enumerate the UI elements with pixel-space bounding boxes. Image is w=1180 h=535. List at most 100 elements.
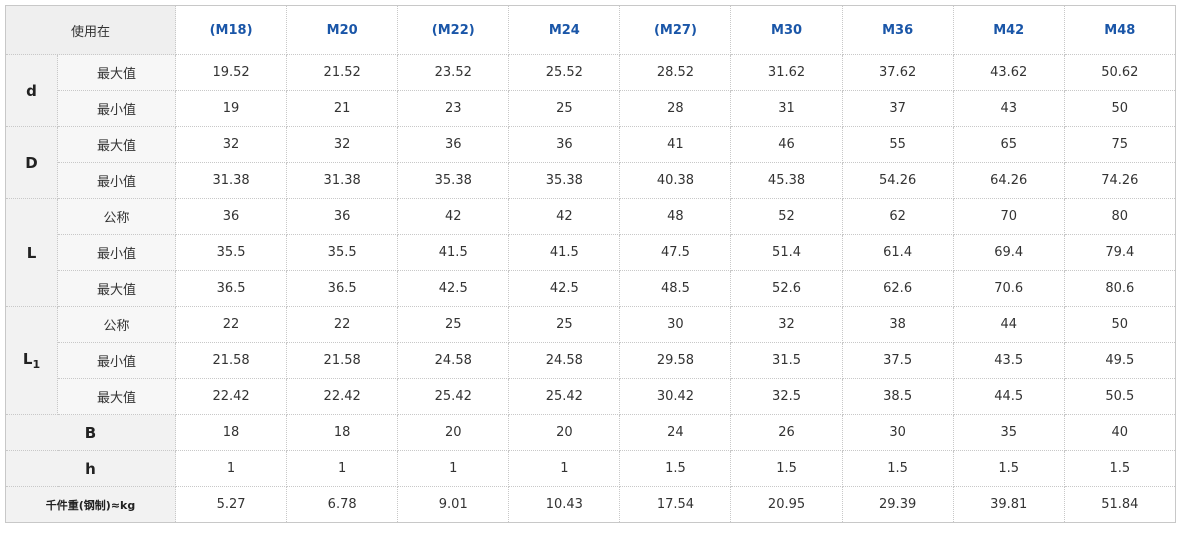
size-header: M20 <box>286 5 399 55</box>
row-sublabel: 最大值 <box>56 270 177 307</box>
value-cell: 31.5 <box>730 342 843 379</box>
value-cell: 10.43 <box>508 486 621 523</box>
value-cell: 31.38 <box>286 162 399 199</box>
value-cell: 35.38 <box>508 162 621 199</box>
row-sublabel: 最大值 <box>56 126 177 163</box>
value-cell: 37.62 <box>841 54 954 91</box>
row-label-weight: 千件重(钢制)≈kg <box>4 486 177 523</box>
size-header: M36 <box>841 5 954 55</box>
value-cell: 42.5 <box>397 270 510 307</box>
value-cell: 70 <box>952 198 1065 235</box>
row-sublabel: 最小值 <box>56 234 177 271</box>
value-cell: 79.4 <box>1063 234 1176 271</box>
value-cell: 43.5 <box>952 342 1065 379</box>
value-cell: 36 <box>175 198 288 235</box>
value-cell: 22 <box>175 306 288 343</box>
value-cell: 35.38 <box>397 162 510 199</box>
value-cell: 24 <box>619 414 732 451</box>
value-cell: 25.42 <box>508 378 621 415</box>
table-row: 最小值 21.58 21.58 24.58 24.58 29.58 31.5 37.5 43.5… <box>6 342 1176 379</box>
table-row: L 公称 36 36 42 42 48 52 62 70 80 <box>5 198 1176 307</box>
value-cell: 35.5 <box>175 234 288 271</box>
group-label-l1: L1 <box>5 306 58 415</box>
value-cell: 52 <box>730 198 843 235</box>
value-cell: 42 <box>508 198 621 235</box>
value-cell: 32 <box>175 126 288 163</box>
value-cell: 50 <box>1063 90 1176 127</box>
row-sublabel: 最小值 <box>56 90 177 127</box>
value-cell: 65 <box>952 126 1065 163</box>
value-cell: 44.5 <box>952 378 1065 415</box>
spec-table-body: 使用在 (M18) M20 (M22) M24 (M27) M30 M36 M42 M48 d最… <box>4 5 1176 523</box>
value-cell: 23.52 <box>397 54 510 91</box>
value-cell: 21.58 <box>286 342 399 379</box>
value-cell: 35.5 <box>286 234 399 271</box>
value-cell: 1.5 <box>619 450 732 487</box>
value-cell: 62.6 <box>841 270 954 307</box>
value-cell: 37 <box>841 90 954 127</box>
value-cell: 25 <box>508 306 621 343</box>
value-cell: 21.52 <box>286 54 399 91</box>
table-row: 最小值 19 21 23 25 28 31 37 43 50 <box>6 90 1176 127</box>
value-cell: 1 <box>286 450 399 487</box>
value-cell: 1.5 <box>841 450 954 487</box>
row-sublabel: 最小值 <box>56 162 177 199</box>
value-cell: 35 <box>952 414 1065 451</box>
value-cell: 38 <box>841 306 954 343</box>
value-cell: 31 <box>730 90 843 127</box>
group-label-d: D <box>5 126 58 199</box>
corner-header: 使用在 <box>4 5 177 55</box>
size-header: (M22) <box>397 5 510 55</box>
value-cell: 21 <box>286 90 399 127</box>
value-cell: 80.6 <box>1063 270 1176 307</box>
value-cell: 32 <box>286 126 399 163</box>
value-cell: 36 <box>508 126 621 163</box>
value-cell: 20.95 <box>730 486 843 523</box>
value-cell: 75 <box>1063 126 1176 163</box>
value-cell: 1 <box>175 450 288 487</box>
value-cell: 48 <box>619 198 732 235</box>
value-cell: 1 <box>508 450 621 487</box>
value-cell: 32 <box>730 306 843 343</box>
value-cell: 20 <box>508 414 621 451</box>
value-cell: 25.42 <box>397 378 510 415</box>
size-header: M48 <box>1063 5 1176 55</box>
value-cell: 42.5 <box>508 270 621 307</box>
value-cell: 25 <box>508 90 621 127</box>
value-cell: 49.5 <box>1063 342 1176 379</box>
group-label-d: d <box>5 54 58 127</box>
value-cell: 25 <box>397 306 510 343</box>
value-cell: 51.4 <box>730 234 843 271</box>
value-cell: 26 <box>730 414 843 451</box>
value-cell: 42 <box>397 198 510 235</box>
value-cell: 29.58 <box>619 342 732 379</box>
value-cell: 47.5 <box>619 234 732 271</box>
value-cell: 31.62 <box>730 54 843 91</box>
table-row: h 1 1 1 1 1.5 1.5 1.5 1.5 1.5 <box>4 450 1176 487</box>
value-cell: 32.5 <box>730 378 843 415</box>
value-cell: 22 <box>286 306 399 343</box>
value-cell: 55 <box>841 126 954 163</box>
value-cell: 28.52 <box>619 54 732 91</box>
row-sublabel: 公称 <box>56 198 177 235</box>
table-row: 最小值 35.5 35.5 41.5 41.5 47.5 51.4 61.4 69.4 79.4 <box>6 234 1176 271</box>
group-label-text: d <box>26 81 37 100</box>
value-cell: 1.5 <box>1063 450 1176 487</box>
value-cell: 6.78 <box>286 486 399 523</box>
value-cell: 29.39 <box>841 486 954 523</box>
row-sublabel: 最大值 <box>56 54 177 91</box>
value-cell: 22.42 <box>286 378 399 415</box>
size-header: M42 <box>952 5 1065 55</box>
value-cell: 1 <box>397 450 510 487</box>
value-cell: 50 <box>1063 306 1176 343</box>
value-cell: 41.5 <box>508 234 621 271</box>
value-cell: 48.5 <box>619 270 732 307</box>
row-label-h: h <box>4 450 177 487</box>
value-cell: 23 <box>397 90 510 127</box>
value-cell: 1.5 <box>952 450 1065 487</box>
size-header: (M18) <box>175 5 288 55</box>
value-cell: 52.6 <box>730 270 843 307</box>
group-label-subscript: 1 <box>32 358 41 371</box>
table-row: 最大值 36.5 36.5 42.5 42.5 48.5 52.6 62.6 70.6 80.6 <box>6 270 1176 307</box>
value-cell: 19.52 <box>175 54 288 91</box>
